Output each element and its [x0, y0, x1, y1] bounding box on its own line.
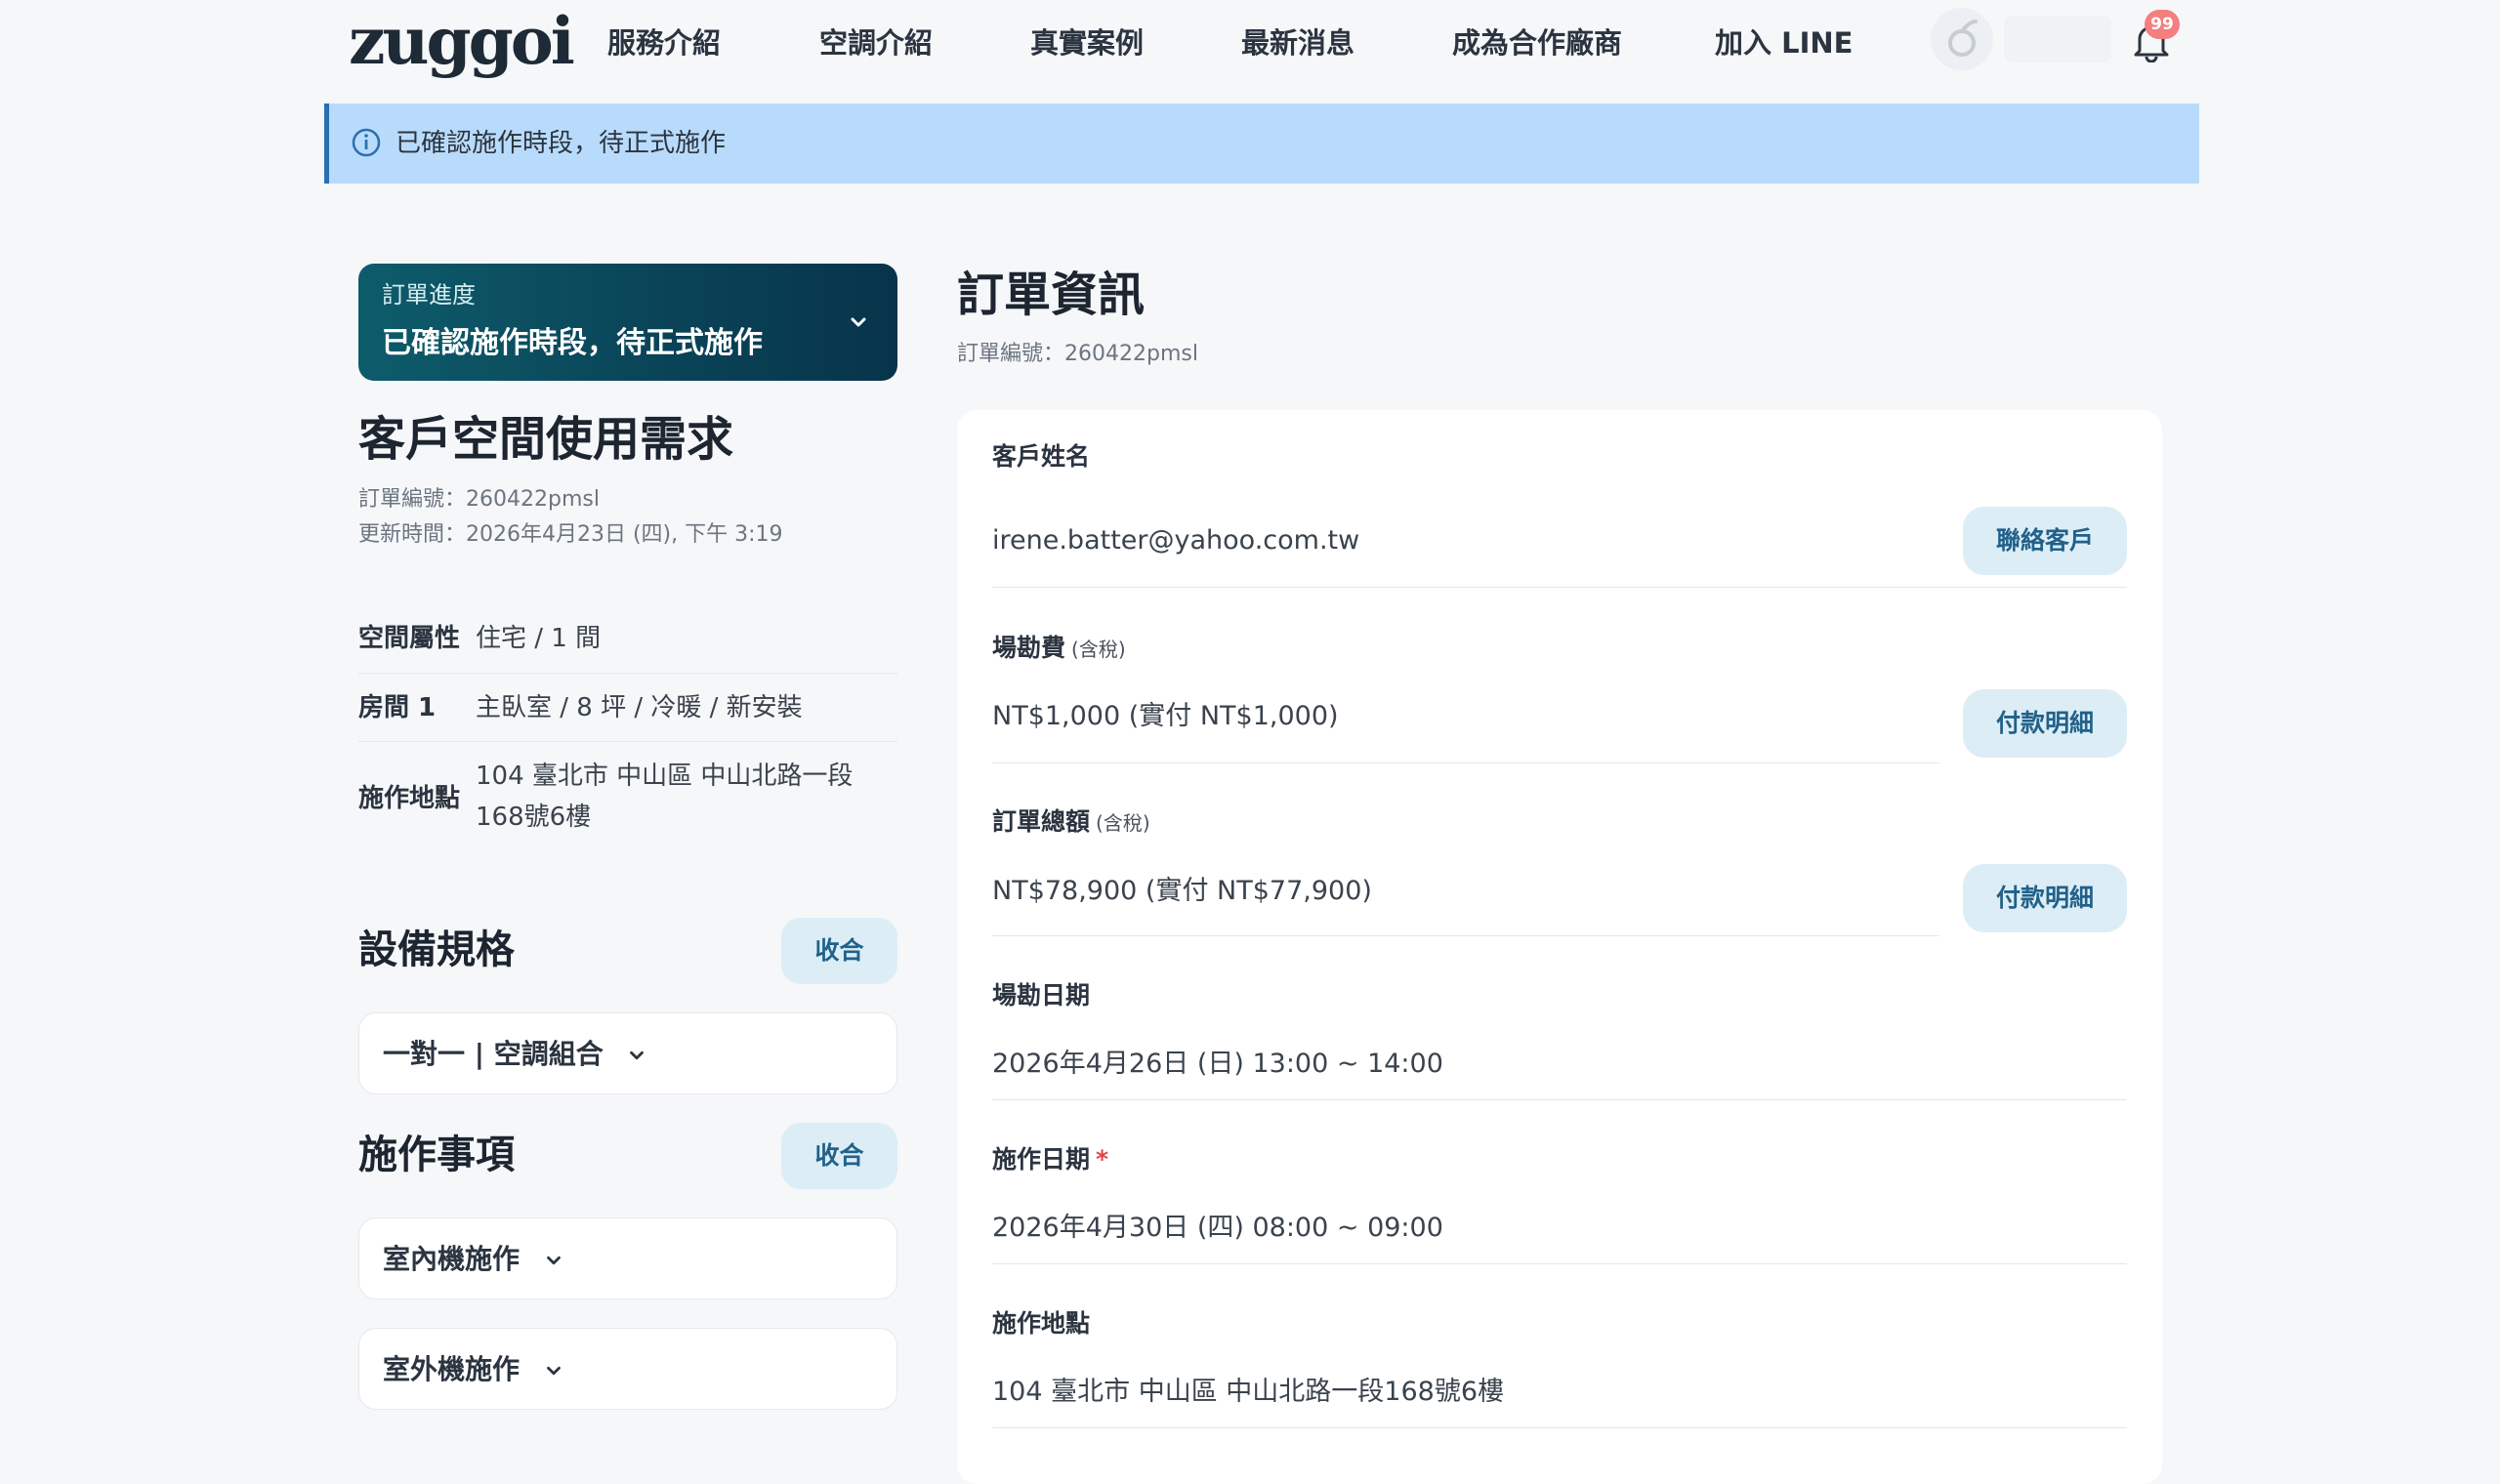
required-mark: *: [1096, 1145, 1109, 1174]
location-value: 104 臺北市 中山區 中山北路一段168號6樓: [476, 762, 854, 832]
work-items-title: 施作事項: [358, 1133, 515, 1177]
survey-date-value: 2026年4月26日 (日) 13:00 ~ 14:00: [992, 1049, 1443, 1079]
indoor-unit-accordion[interactable]: 室內機施作: [358, 1217, 897, 1299]
nav-aircon[interactable]: 空調介紹: [819, 23, 933, 62]
survey-fee-payment-detail-button[interactable]: 付款明細: [1963, 689, 2127, 758]
customer-name-label: 客戶姓名: [992, 442, 1091, 471]
order-total-payment-detail-button[interactable]: 付款明細: [1963, 864, 2127, 932]
banner-text: 已確認施作時段，待正式施作: [396, 129, 727, 158]
indoor-unit-accordion-label: 室內機施作: [383, 1240, 564, 1279]
brand-logo[interactable]: zuggoi: [349, 6, 575, 76]
chevron-down-icon: [630, 1051, 645, 1060]
space-updated-time: 更新時間：2026年4月23日 (四), 下午 3:19: [358, 522, 783, 547]
location-label: 施作地點: [358, 784, 461, 813]
nav-service[interactable]: 服務介紹: [607, 23, 721, 62]
survey-fee-value: NT$1,000 (實付 NT$1,000): [992, 701, 1339, 731]
space-type-value: 住宅 / 1 間: [476, 624, 602, 653]
separator: [992, 1099, 2127, 1100]
outdoor-unit-accordion[interactable]: 室外機施作: [358, 1328, 897, 1410]
nav-news[interactable]: 最新消息: [1241, 23, 1354, 62]
space-order-number: 訂單編號：260422pmsl: [358, 487, 600, 512]
room-label: 房間 1: [358, 693, 437, 722]
separator: [992, 1427, 2127, 1428]
contact-customer-button[interactable]: 聯絡客戶: [1963, 507, 2127, 575]
survey-fee-label: 場勘費 (含稅): [992, 634, 1126, 662]
order-total-tax-note: (含稅): [1096, 811, 1150, 835]
location-row: 施作地點 104 臺北市 中山區 中山北路一段168號6樓: [358, 742, 897, 845]
equipment-accordion-label: 一對一 | 空調組合: [383, 1035, 647, 1074]
work-location-value: 104 臺北市 中山區 中山北路一段168號6樓: [992, 1377, 1504, 1407]
equipment-accordion[interactable]: 一對一 | 空調組合: [358, 1012, 897, 1094]
chevron-down-icon: [851, 317, 866, 327]
equipment-title: 設備規格: [358, 928, 515, 972]
room-row: 房間 1 主臥室 / 8 坪 / 冷暖 / 新安裝: [358, 674, 897, 742]
work-collapse-button[interactable]: 收合: [781, 1123, 897, 1189]
order-info-title: 訂單資訊: [957, 268, 1146, 322]
space-type-row: 空間屬性 住宅 / 1 間: [358, 605, 897, 674]
progress-label: 訂單進度: [382, 281, 476, 309]
separator: [992, 935, 1939, 936]
order-number: 訂單編號：260422pmsl: [957, 342, 1198, 366]
order-total-value: NT$78,900 (實付 NT$77,900): [992, 876, 1372, 906]
avatar[interactable]: [1931, 8, 1993, 70]
customer-name-value: irene.batter@yahoo.com.tw: [992, 525, 1360, 556]
work-date-label: 施作日期 *: [992, 1145, 1109, 1174]
progress-status: 已確認施作時段，待正式施作: [382, 326, 763, 360]
order-info-card: 客戶姓名 irene.batter@yahoo.com.tw 聯絡客戶 場勘費(…: [957, 410, 2162, 1484]
user-avatar-icon: [1948, 20, 1978, 57]
space-type-label: 空間屬性: [358, 624, 461, 653]
work-date-value: 2026年4月30日 (四) 08:00 ~ 09:00: [992, 1213, 1443, 1243]
survey-fee-tax-note: (含稅): [1071, 638, 1126, 661]
equipment-item-label: 一對一 | 空調組合: [383, 1038, 604, 1070]
equipment-collapse-button[interactable]: 收合: [781, 918, 897, 984]
outdoor-unit-label: 室外機施作: [383, 1353, 521, 1385]
indoor-unit-label: 室內機施作: [383, 1243, 521, 1275]
nav-cases[interactable]: 真實案例: [1030, 23, 1144, 62]
notification-badge: 99: [2145, 10, 2180, 39]
chevron-down-icon: [546, 1256, 561, 1265]
info-icon: [352, 128, 381, 157]
chevron-down-icon: [546, 1366, 561, 1376]
separator: [992, 1263, 2127, 1264]
status-banner: 已確認施作時段，待正式施作: [324, 103, 2199, 184]
survey-date-label: 場勘日期: [992, 981, 1091, 1010]
work-location-label: 施作地點: [992, 1309, 1091, 1338]
outdoor-unit-accordion-label: 室外機施作: [383, 1350, 564, 1389]
user-name[interactable]: [2004, 16, 2111, 62]
space-requirements-title: 客戶空間使用需求: [358, 412, 734, 467]
nav-partner[interactable]: 成為合作廠商: [1452, 23, 1622, 62]
room-value: 主臥室 / 8 坪 / 冷暖 / 新安裝: [476, 693, 803, 722]
separator: [992, 587, 2127, 588]
order-total-label: 訂單總額 (含稅): [992, 807, 1150, 836]
top-header: zuggoi 服務介紹 空調介紹 真實案例 最新消息 成為合作廠商 加入 LIN…: [0, 0, 2500, 88]
order-progress-dropdown[interactable]: 訂單進度 已確認施作時段，待正式施作: [358, 264, 897, 381]
nav-line[interactable]: 加入 LINE: [1715, 23, 1853, 62]
